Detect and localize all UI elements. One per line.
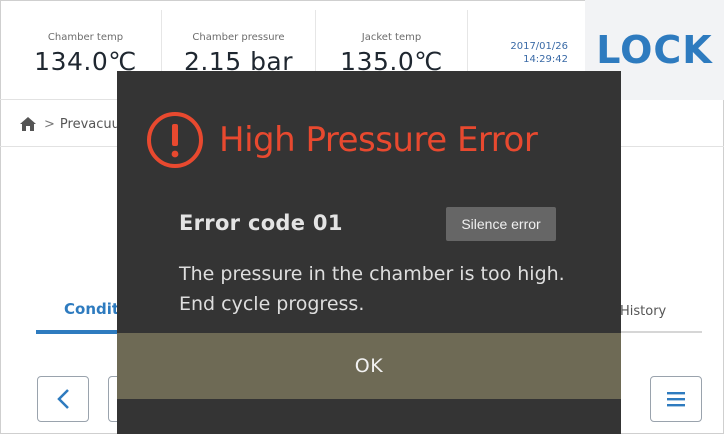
error-dialog: High Pressure Error Error code 01 Silenc…	[117, 71, 621, 434]
tab-active-indicator	[36, 330, 126, 334]
dialog-title-text: High Pressure Error	[219, 120, 538, 160]
ok-button[interactable]: OK	[117, 333, 621, 399]
menu-button[interactable]	[650, 376, 702, 422]
breadcrumb-separator: >	[44, 116, 55, 132]
datetime: 2017/01/26 14:29:42	[478, 40, 568, 66]
error-message: The pressure in the chamber is too high.…	[179, 259, 565, 319]
silence-error-button[interactable]: Silence error	[446, 207, 556, 241]
error-message-line2: End cycle progress.	[179, 293, 365, 315]
error-code: Error code 01	[179, 211, 343, 235]
hamburger-menu-icon	[667, 392, 685, 407]
tab-history[interactable]: History	[620, 304, 666, 319]
back-button[interactable]	[37, 376, 89, 422]
chamber-pressure-label: Chamber pressure	[192, 32, 285, 43]
dialog-title: High Pressure Error	[145, 109, 538, 171]
date-text: 2017/01/26	[510, 41, 568, 52]
breadcrumb: > Prevacuum	[20, 104, 133, 144]
time-text: 14:29:42	[523, 54, 568, 65]
chevron-left-icon	[57, 389, 69, 409]
chamber-temp-label: Chamber temp	[47, 32, 124, 43]
warning-circle-icon	[147, 112, 203, 168]
jacket-temp-label: Jacket temp	[361, 32, 422, 43]
error-message-line1: The pressure in the chamber is too high.	[179, 263, 565, 285]
lock-label: LOCK	[596, 28, 713, 72]
home-icon[interactable]	[20, 117, 36, 131]
